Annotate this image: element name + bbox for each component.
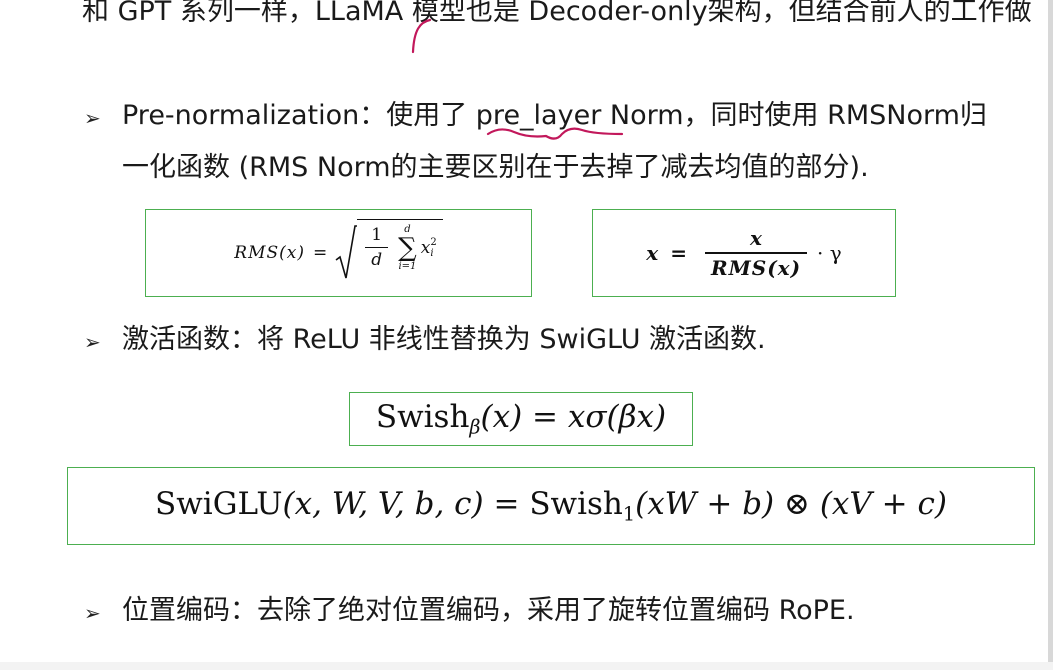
sqrt-radical-icon: [335, 225, 358, 279]
handwritten-underline-mark: [486, 127, 624, 140]
rms-sum-lower: i=1: [398, 260, 417, 272]
intro-text: 和 GPT 系列一样，LLaMA 模型也是 Decoder-only架构，但结合…: [82, 0, 1032, 27]
bottom-edge-strip: [0, 662, 1053, 670]
norm-num: x: [750, 226, 762, 250]
position-text: 位置编码：去除了绝对位置编码，采用了旋转位置编码 RoPE.: [122, 595, 855, 626]
prenorm-line-2: 一化函数 (RMS Norm的主要区别在于去掉了减去均值的部分).: [122, 152, 869, 183]
norm-lhs: x: [646, 241, 659, 265]
norm-formula-box: x = x RMS(x) · γ: [592, 209, 896, 297]
swiglu-swish: Swish: [529, 486, 623, 523]
swiglu-formula: SwiGLU(x, W, V, b, c) = Swish1(xW + b) ⊗…: [155, 486, 947, 526]
swish-sub: β: [469, 415, 481, 439]
handwritten-stroke-mark: [411, 18, 432, 54]
swish-name: Swish: [375, 399, 470, 436]
swish-formula-box: Swishβ(x) = xσ(βx): [349, 392, 693, 446]
swiglu-args: (x, W, V, b, c) =: [282, 486, 530, 523]
sum-icon: ∑: [398, 232, 417, 263]
rms-term-sup: 2: [430, 236, 437, 248]
rms-equals: =: [313, 243, 328, 263]
rms-term-sub: i: [430, 247, 434, 259]
norm-formula: x = x RMS(x) · γ: [646, 226, 841, 280]
bullet-marker: ➢: [84, 106, 101, 130]
right-edge-bar: [1048, 0, 1053, 670]
rms-formula: RMS(x) = 1 d d ∑ i=1 x 2 i: [234, 218, 443, 282]
norm-den: RMS(x): [704, 252, 808, 280]
norm-fraction: x RMS(x): [704, 226, 808, 280]
rms-term: x: [420, 237, 431, 258]
swiglu-formula-box: SwiGLU(x, W, V, b, c) = Swish1(xW + b) ⊗…: [67, 467, 1035, 545]
rms-sum: d ∑ i=1: [398, 224, 417, 272]
swiglu-swish-sub: 1: [622, 502, 636, 526]
rms-lhs: RMS(x): [234, 243, 306, 263]
rms-fraction: 1 d: [365, 225, 389, 270]
rms-formula-box: RMS(x) = 1 d d ∑ i=1 x 2 i: [145, 209, 532, 297]
bullet-marker: ➢: [84, 601, 101, 625]
swiglu-rest: (xW + b) ⊗ (xV + c): [635, 486, 947, 523]
norm-tail: · γ: [817, 241, 842, 265]
rms-term-scripts: 2 i: [430, 237, 436, 259]
activation-text: 激活函数：将 ReLU 非线性替换为 SwiGLU 激活函数.: [122, 324, 766, 355]
rms-frac-den: d: [365, 247, 389, 270]
norm-equals: =: [670, 241, 687, 265]
rms-frac-num: 1: [371, 225, 383, 245]
rms-radicand: 1 d d ∑ i=1 x 2 i: [357, 218, 443, 274]
swish-formula: Swishβ(x) = xσ(βx): [376, 399, 666, 439]
swiglu-name: SwiGLU: [155, 486, 283, 523]
swish-rest: (x) = xσ(βx): [480, 399, 667, 436]
bullet-marker: ➢: [84, 330, 101, 354]
